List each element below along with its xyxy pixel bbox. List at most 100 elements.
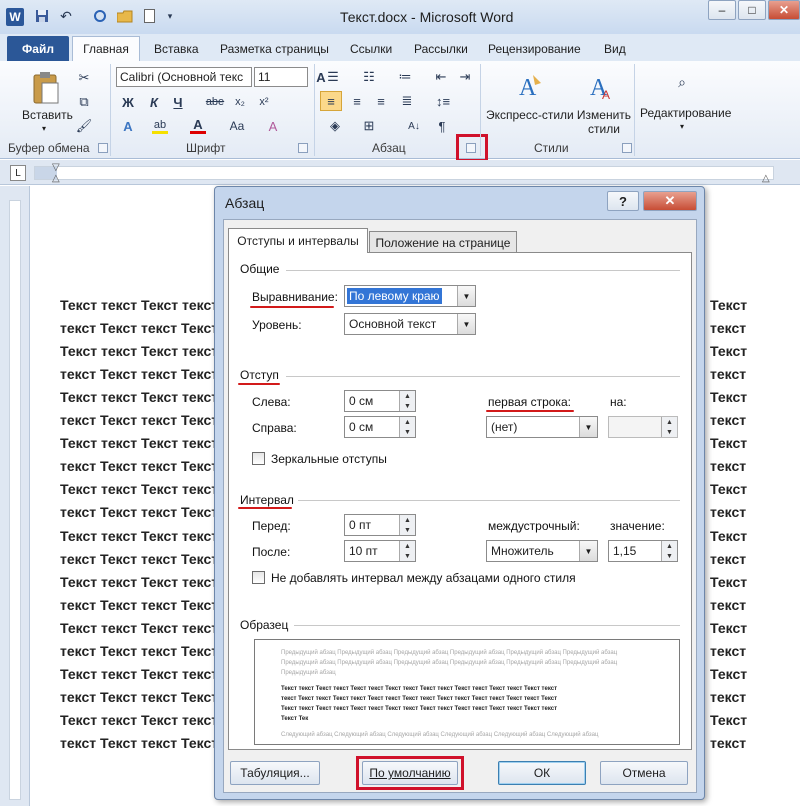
alignment-select[interactable]: По левому краю ▼ [344,285,476,307]
tab-page-layout[interactable]: Разметка страницы [220,42,329,56]
right-indent-input[interactable]: 0 см ▲ ▼ [344,416,416,438]
tab-view[interactable]: Вид [604,42,626,56]
at-spinner[interactable]: ▲ ▼ [661,541,677,561]
document-line[interactable]: Текст текст Текст текст [60,528,218,544]
document-line-end[interactable]: Текст [710,343,747,359]
borders-icon[interactable]: ⊞ [358,118,380,134]
document-line-end[interactable]: Текст [710,481,747,497]
highlight-icon[interactable]: ab [152,118,168,134]
paste-icon[interactable] [30,70,62,106]
document-line[interactable]: Текст текст Текст текст [60,666,218,682]
right-indent-spinner[interactable]: ▲ ▼ [399,417,415,437]
by-spinner[interactable]: ▲ ▼ [661,417,677,437]
font-color-icon[interactable]: A [190,117,206,134]
document-line[interactable]: текст Текст текст Текст [60,412,218,428]
document-line[interactable]: текст Текст текст Текст [60,551,218,567]
chevron-down-icon[interactable]: ▼ [579,417,597,437]
document-line[interactable]: Текст текст Текст текст [60,297,218,313]
close-window-button[interactable]: ✕ [768,0,800,20]
new-icon[interactable] [142,8,156,24]
clear-format-icon[interactable]: A [264,118,282,134]
align-left-button[interactable]: ≡ [320,91,342,111]
at-input[interactable]: 1,15 ▲ ▼ [608,540,678,562]
text-effects-icon[interactable]: A [120,118,136,134]
tab-file[interactable]: Файл [7,36,69,61]
save-icon[interactable] [34,8,50,24]
chevron-down-icon[interactable]: ▼ [579,541,597,561]
multilevel-icon[interactable]: ≔ [396,68,414,86]
redo-icon[interactable] [92,8,108,24]
editing-dropdown-icon[interactable]: ▾ [680,122,684,131]
decrease-indent-icon[interactable]: ⇤ [432,68,450,86]
left-indent-spinner[interactable]: ▲ ▼ [399,391,415,411]
mirror-indents-checkbox[interactable] [252,452,265,465]
font-name-combo[interactable]: Calibri (Основной текс [116,67,252,87]
tab-insert[interactable]: Вставка [154,42,199,56]
hanging-indent-marker[interactable]: △ [52,173,60,184]
tabs-button[interactable]: Табуляция... [230,761,320,785]
document-line-end[interactable]: Текст [710,528,747,544]
document-line[interactable]: текст Текст текст Текст [60,366,218,382]
by-input[interactable]: ▲ ▼ [608,416,678,438]
paste-dropdown-icon[interactable]: ▾ [42,124,46,133]
chevron-down-icon[interactable]: ▼ [457,314,475,334]
first-line-select[interactable]: (нет) ▼ [486,416,598,438]
sort-icon[interactable]: A↓ [406,118,422,134]
document-line-end[interactable]: текст [710,551,746,567]
document-line[interactable]: текст Текст текст Текст [60,458,218,474]
change-styles-label[interactable]: Изменить стили [576,108,632,136]
clipboard-launcher-icon[interactable] [98,143,108,153]
undo-icon[interactable]: ↶ [58,8,74,24]
before-input[interactable]: 0 пт ▲ ▼ [344,514,416,536]
ok-button[interactable]: ОК [498,761,586,785]
maximize-button[interactable]: □ [738,0,766,20]
change-styles-icon[interactable]: AA [586,70,618,102]
document-line[interactable]: Текст текст Текст текст [60,389,218,405]
help-button[interactable]: ? [607,191,639,211]
increase-indent-icon[interactable]: ⇥ [456,68,474,86]
document-line[interactable]: Текст текст Текст текст [60,481,218,497]
shading-icon[interactable]: ◈ [324,118,346,134]
bold-button[interactable]: Ж [120,94,136,110]
document-line[interactable]: текст Текст текст Текст [60,597,218,613]
italic-button[interactable]: К [146,94,162,110]
editing-label[interactable]: Редактирование [640,106,731,120]
tab-stop-selector[interactable]: L [10,165,26,181]
tab-references[interactable]: Ссылки [350,42,392,56]
tab-review[interactable]: Рецензирование [488,42,581,56]
superscript-button[interactable]: x² [256,94,272,110]
styles-launcher-icon[interactable] [622,143,632,153]
font-launcher-icon[interactable] [298,143,308,153]
open-icon[interactable] [116,8,134,24]
chevron-down-icon[interactable]: ▼ [457,286,475,306]
tab-mailings[interactable]: Рассылки [414,42,468,56]
quick-styles-icon[interactable]: A [514,70,546,102]
cancel-button[interactable]: Отмена [600,761,688,785]
document-line-end[interactable]: Текст [710,574,747,590]
left-indent-input[interactable]: 0 см ▲ ▼ [344,390,416,412]
after-input[interactable]: 10 пт ▲ ▼ [344,540,416,562]
document-line-end[interactable]: Текст [710,666,747,682]
level-select[interactable]: Основной текст ▼ [344,313,476,335]
document-line-end[interactable]: текст [710,504,746,520]
format-painter-icon[interactable]: 🖌 [76,118,93,134]
document-line-end[interactable]: Текст [710,620,747,636]
no-space-checkbox[interactable] [252,571,265,584]
binoculars-icon[interactable]: ⌕ [672,72,692,92]
justify-button[interactable]: ≣ [398,92,416,110]
document-line[interactable]: Текст текст Текст текст [60,574,218,590]
line-spacing-select[interactable]: Множитель ▼ [486,540,598,562]
line-spacing-icon[interactable]: ↕≡ [430,92,456,110]
before-spinner[interactable]: ▲ ▼ [399,515,415,535]
document-line-end[interactable]: текст [710,366,746,382]
customize-icon[interactable]: ▾ [164,8,176,24]
document-line[interactable]: Текст текст Текст текст [60,620,218,636]
first-line-indent-marker[interactable]: ▽ [52,162,60,173]
document-line-end[interactable]: Текст [710,712,747,728]
bullets-icon[interactable]: ☰ [324,68,342,86]
quick-styles-label[interactable]: Экспресс-стили [486,108,574,122]
document-line-end[interactable]: текст [710,412,746,428]
tab-indents-spacing[interactable]: Отступы и интервалы [228,228,368,253]
document-line-end[interactable]: текст [710,458,746,474]
document-line[interactable]: Текст текст Текст текст [60,435,218,451]
